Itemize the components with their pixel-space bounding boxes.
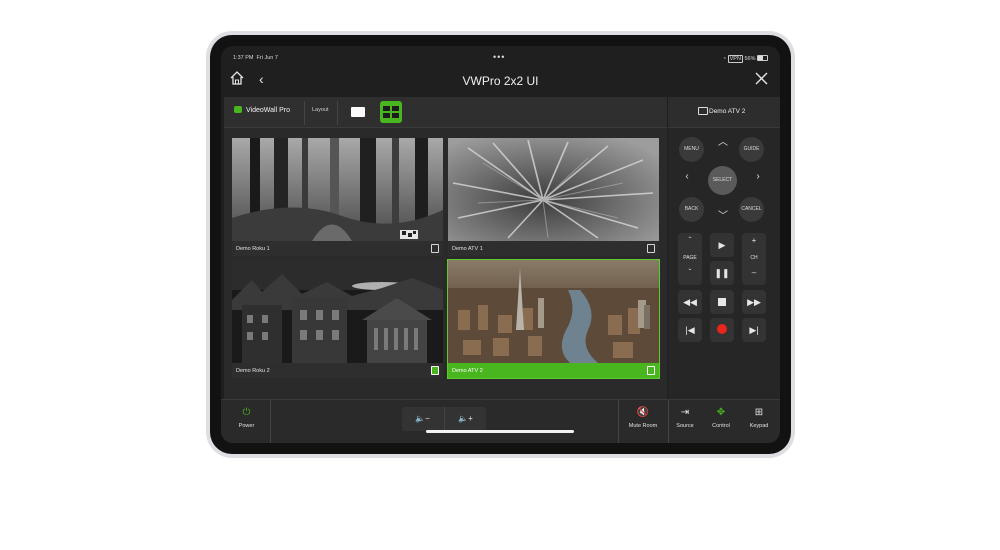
close-icon[interactable]: [755, 72, 768, 88]
status-date: Fri Jun 7: [256, 55, 278, 61]
volume-down-button[interactable]: 🔈−: [402, 407, 443, 431]
brand-name: VideoWall Pro: [246, 107, 290, 114]
video-tile-3[interactable]: Demo Roku 2: [232, 260, 443, 378]
videowall-logo-icon: [234, 106, 242, 113]
wifi-icon: ◔: [722, 56, 727, 62]
page-down-icon[interactable]: ˇ: [678, 268, 702, 277]
home-indicator[interactable]: [426, 430, 574, 433]
tile-label: Demo Roku 2: [236, 368, 270, 374]
dpad-left-icon[interactable]: ‹: [680, 171, 694, 182]
skip-forward-button[interactable]: ▶|: [742, 318, 766, 342]
tv-icon: [698, 107, 708, 115]
remote-panel: Demo ATV 2 MENU GUIDE ︿ ‹ SELECT › BACK …: [668, 97, 780, 399]
page-up-icon[interactable]: ˆ: [678, 236, 702, 245]
video-tile-4[interactable]: Demo ATV 2: [447, 259, 660, 379]
source-icon[interactable]: [431, 366, 439, 375]
skip-back-button[interactable]: |◀: [678, 318, 702, 342]
keypad-label: Keypad: [749, 423, 769, 429]
fish-school-thumbnail: [448, 138, 659, 241]
dpad-right-icon[interactable]: ›: [751, 171, 765, 182]
source-icon[interactable]: [431, 244, 439, 253]
tile-caption: Demo ATV 1: [448, 241, 659, 256]
tile-caption: Demo Roku 2: [232, 363, 443, 378]
channel-label: CH: [750, 255, 758, 261]
channel-down-icon[interactable]: –: [742, 268, 766, 277]
vpn-badge: VPN: [727, 55, 743, 63]
cancel-button[interactable]: CANCEL: [739, 197, 764, 222]
dpad-down-icon[interactable]: ﹀: [716, 207, 730, 222]
video-tile-2[interactable]: Demo ATV 1: [448, 138, 659, 256]
multitask-dots-icon[interactable]: •••: [493, 52, 505, 62]
page-label: PAGE: [683, 255, 697, 261]
source-icon[interactable]: [647, 366, 655, 375]
divider: [304, 101, 305, 125]
layout-toolbar: VideoWall Pro Layout: [224, 97, 667, 128]
source-label: Source: [676, 423, 694, 429]
rewind-button[interactable]: ◀◀: [678, 290, 702, 314]
divider: [668, 400, 669, 443]
power-icon: ⏻: [242, 407, 251, 418]
select-button[interactable]: SELECT: [708, 166, 737, 195]
keypad-button[interactable]: ⊞ Keypad: [741, 400, 777, 443]
layout-quad-button[interactable]: [380, 101, 402, 123]
dpad-up-icon[interactable]: ︿: [716, 133, 730, 148]
page-rocker[interactable]: ˆ PAGE ˇ: [678, 233, 702, 285]
channel-rocker[interactable]: + CH –: [742, 233, 766, 285]
record-button[interactable]: [710, 318, 734, 342]
remote-header: Demo ATV 2: [668, 97, 780, 128]
guide-button[interactable]: GUIDE: [739, 137, 764, 162]
bottom-bar: ⏻ Power 🔈− 🔈+ 🔇 Mute Room ⇥ Source ✥ Con…: [221, 399, 780, 443]
tile-label: Demo Roku 1: [236, 246, 270, 252]
london-aerial-thumbnail: [448, 260, 659, 363]
control-button[interactable]: ✥ Control: [703, 400, 739, 443]
battery-level: 56%: [744, 56, 756, 62]
tile-caption: Demo Roku 1: [232, 241, 443, 256]
status-bar: 1:37 PM Fri Jun 7 ••• ◔ VPN 56%: [221, 46, 780, 68]
mute-label: Mute Room: [628, 423, 658, 429]
source-button[interactable]: ⇥ Source: [670, 400, 700, 443]
channel-up-icon[interactable]: +: [742, 236, 766, 245]
layout-label: Layout: [312, 107, 329, 113]
video-tile-1[interactable]: Demo Roku 1: [232, 138, 443, 256]
tile-caption: Demo ATV 2: [448, 363, 659, 378]
battery-icon: [757, 55, 768, 61]
nav-bar: ‹ VWPro 2x2 UI: [221, 68, 780, 96]
fast-forward-button[interactable]: ▶▶: [742, 290, 766, 314]
volume-control: 🔈− 🔈+: [402, 407, 486, 431]
app-screen: 1:37 PM Fri Jun 7 ••• ◔ VPN 56% ‹ VWPro …: [221, 46, 780, 443]
city-night-thumbnail: [232, 260, 443, 363]
divider: [337, 101, 338, 125]
source-icon[interactable]: [647, 244, 655, 253]
source-input-icon: ⇥: [680, 407, 690, 418]
power-label: Power: [238, 423, 255, 429]
stop-button[interactable]: [710, 290, 734, 314]
back-button[interactable]: BACK: [679, 197, 704, 222]
power-button[interactable]: ⏻ Power: [224, 400, 269, 443]
play-button[interactable]: ▶: [710, 233, 734, 257]
menu-button[interactable]: MENU: [679, 137, 704, 162]
videowall-panel: VideoWall Pro Layout Demo Roku 1 Demo AT…: [224, 97, 667, 399]
mute-icon: 🔇: [636, 407, 650, 418]
dpad-control-icon: ✥: [716, 407, 726, 418]
status-time: 1:37 PM: [233, 55, 254, 61]
tile-label: Demo ATV 2: [452, 368, 483, 374]
volume-up-button[interactable]: 🔈+: [444, 407, 486, 431]
tile-label: Demo ATV 1: [452, 246, 483, 252]
mute-room-button[interactable]: 🔇 Mute Room: [619, 400, 667, 443]
pause-button[interactable]: ❚❚: [710, 261, 734, 285]
control-label: Control: [712, 423, 730, 429]
divider: [270, 400, 271, 443]
forest-thumbnail: [232, 138, 443, 241]
remote-device-name: Demo ATV 2: [709, 108, 746, 115]
keypad-grid-icon: ⊞: [754, 407, 764, 418]
page-title: VWPro 2x2 UI: [462, 74, 539, 88]
layout-single-button[interactable]: [351, 107, 365, 117]
